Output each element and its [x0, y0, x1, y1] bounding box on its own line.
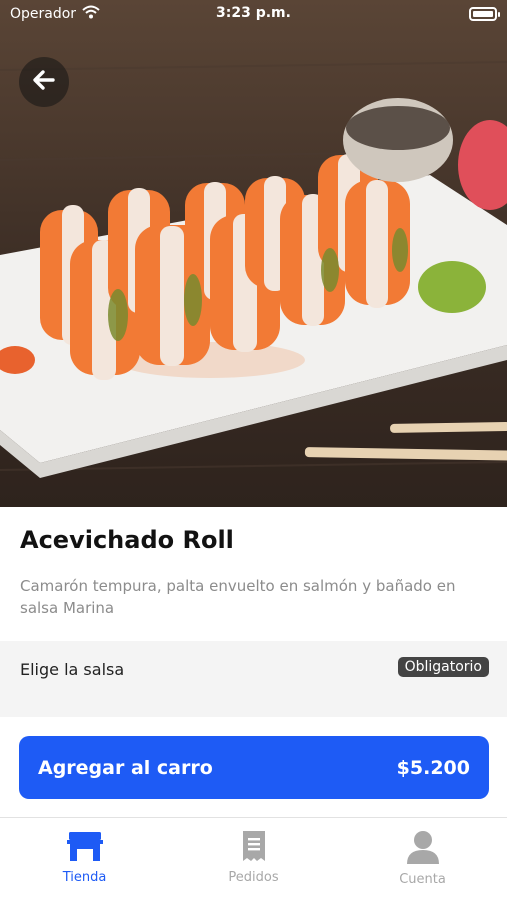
- store-icon: [66, 830, 103, 866]
- tab-cuenta-label: Cuenta: [399, 872, 446, 887]
- product-image: [0, 0, 507, 507]
- battery-icon: [469, 7, 500, 21]
- user-icon: [406, 830, 440, 868]
- tab-tienda[interactable]: Tienda: [0, 818, 169, 900]
- sauce-section-label: Elige la salsa: [20, 660, 125, 679]
- tab-bar: Tienda Pedidos Cuenta: [0, 817, 507, 900]
- back-button[interactable]: [19, 57, 69, 107]
- status-time: 3:23 p.m.: [216, 5, 291, 21]
- sauce-section[interactable]: Elige la salsa Obligatorio: [0, 641, 507, 717]
- tab-pedidos-label: Pedidos: [228, 870, 279, 885]
- required-badge: Obligatorio: [397, 657, 489, 677]
- tab-cuenta[interactable]: Cuenta: [338, 818, 507, 900]
- tab-pedidos[interactable]: Pedidos: [169, 818, 338, 900]
- add-to-cart-label: Agregar al carro: [38, 756, 213, 779]
- status-bar: Operador 3:23 p.m.: [0, 0, 507, 28]
- add-to-cart-button[interactable]: Agregar al carro $5.200: [19, 736, 489, 799]
- receipt-icon: [240, 830, 268, 866]
- arrow-left-icon: [31, 67, 57, 97]
- product-description: Camarón tempura, palta envuelto en salmó…: [20, 577, 456, 617]
- product-title: Acevichado Roll: [20, 526, 234, 554]
- add-to-cart-price: $5.200: [396, 756, 470, 779]
- tab-tienda-label: Tienda: [62, 870, 107, 885]
